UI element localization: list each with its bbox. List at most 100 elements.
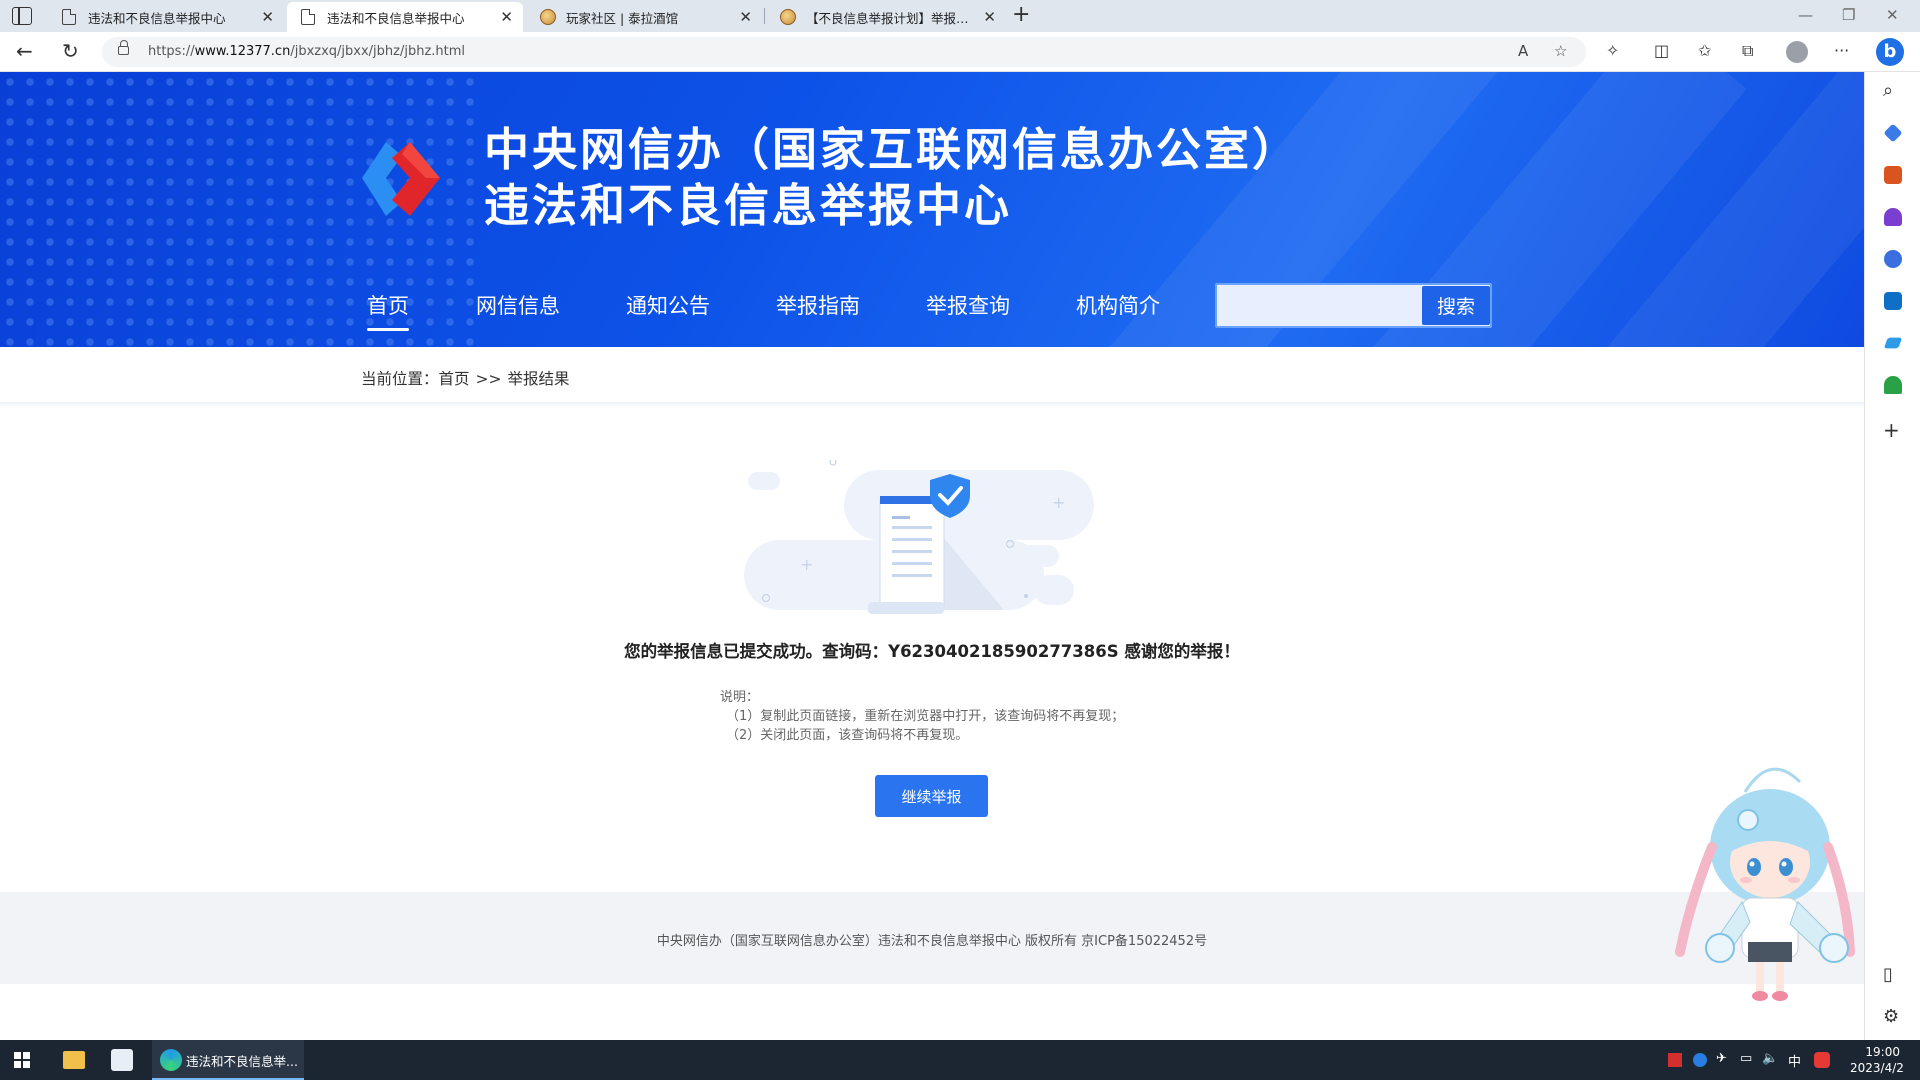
browser-tab-strip: 违法和不良信息举报中心 ✕ 违法和不良信息举报中心 ✕ 玩家社区 | 泰拉酒馆 … [0, 0, 1920, 32]
nav-home[interactable]: 首页 [367, 290, 409, 331]
tray-app-icon[interactable] [1693, 1053, 1707, 1067]
close-icon[interactable]: ✕ [261, 8, 274, 26]
network-icon[interactable]: ▭ [1740, 1051, 1752, 1066]
url-field[interactable]: https://www.12377.cn/jbxzxq/jbxx/jbhz/jb… [102, 37, 1586, 67]
browser-tab-4[interactable]: 【不良信息举报计划】举报不良 ✕ [766, 2, 1006, 32]
nav-report-query[interactable]: 举报查询 [926, 290, 1010, 320]
svg-text:+: + [1052, 493, 1065, 512]
tree-icon[interactable] [1884, 376, 1902, 394]
clock-time: 19:00 [1865, 1045, 1900, 1059]
url-prefix: https:// [148, 44, 195, 59]
windows-start-icon[interactable] [14, 1052, 30, 1068]
add-favorite-star-icon[interactable]: ☆ [1554, 42, 1567, 60]
send-plane-icon[interactable] [1883, 337, 1903, 349]
collections-icon[interactable]: ⧉ [1742, 41, 1753, 61]
site-title-line1: 中央网信办（国家互联网信息办公室） [484, 123, 1301, 176]
profile-avatar-icon[interactable] [1786, 41, 1808, 63]
new-tab-icon[interactable]: + [1012, 3, 1030, 27]
web-page: 中央网信办（国家互联网信息办公室） 违法和不良信息举报中心 首页 网信信息 通知… [0, 72, 1864, 1040]
svg-text:+: + [800, 555, 813, 574]
search-input[interactable] [1217, 285, 1420, 326]
site-logo[interactable] [352, 130, 464, 230]
site-footer: 中央网信办（国家互联网信息办公室）违法和不良信息举报中心 版权所有 京ICP备1… [0, 892, 1864, 984]
nav-notices[interactable]: 通知公告 [626, 290, 710, 320]
url-host: www.12377.cn [194, 44, 291, 59]
bing-copilot-icon[interactable]: b [1876, 38, 1904, 66]
footer-copyright: 中央网信办（国家互联网信息办公室）违法和不良信息举报中心 版权所有 京ICP备1… [656, 934, 1208, 949]
continue-report-button[interactable]: 继续举报 [875, 775, 988, 817]
outlook-icon[interactable] [1884, 292, 1902, 310]
anime-mascot-image[interactable] [1650, 752, 1880, 1012]
tab-separator [764, 8, 765, 24]
note-item: （1）复制此页面链接，重新在浏览器中打开，该查询码将不再复现； [726, 709, 1125, 724]
tray-app-icon[interactable] [1668, 1053, 1682, 1067]
notes: 说明： （1）复制此页面链接，重新在浏览器中打开，该查询码将不再复现； （2）关… [720, 688, 1124, 745]
breadcrumb-divider [0, 402, 1864, 408]
address-bar: ← ↻ https://www.12377.cn/jbxzxq/jbxx/jbh… [0, 32, 1920, 72]
system-clock[interactable]: 19:00 2023/4/2 [1850, 1044, 1904, 1076]
site-header: 中央网信办（国家互联网信息办公室） 违法和不良信息举报中心 首页 网信信息 通知… [0, 72, 1864, 347]
tools-briefcase-icon[interactable] [1884, 166, 1902, 184]
close-icon[interactable]: ✕ [500, 8, 513, 26]
extensions-puzzle-icon[interactable]: ✧ [1606, 41, 1619, 60]
nav-report-guide[interactable]: 举报指南 [776, 290, 860, 320]
lock-icon[interactable] [118, 40, 129, 55]
shopping-tag-icon[interactable] [1883, 123, 1903, 143]
windows-taskbar: 违法和不良信息举... ✈ ▭ 🔈 中 19:00 2023/4/2 [0, 1040, 1920, 1080]
community-favicon-icon [540, 9, 556, 25]
favorites-icon[interactable]: ✩ [1698, 41, 1711, 60]
close-window-icon[interactable]: ✕ [1886, 6, 1899, 24]
page-icon [62, 9, 76, 25]
site-search: 搜索 [1215, 283, 1492, 328]
breadcrumb-prefix: 当前位置： [361, 370, 439, 388]
submit-success-message: 您的举报信息已提交成功。查询码：Y623040218590277386S 感谢您… [624, 642, 1240, 661]
success-illustration: + + [744, 460, 1094, 614]
breadcrumb: 当前位置：首页 >> 举报结果 [361, 367, 570, 389]
tab-title: 玩家社区 | 泰拉酒馆 [566, 10, 679, 26]
search-button[interactable]: 搜索 [1422, 286, 1490, 325]
nav-wangxin-info[interactable]: 网信信息 [476, 290, 560, 320]
nav-about[interactable]: 机构简介 [1076, 290, 1160, 320]
ime-indicator[interactable]: 中 [1788, 1051, 1801, 1070]
read-aloud-icon[interactable]: A [1518, 42, 1528, 60]
volume-icon[interactable]: 🔈 [1762, 1051, 1778, 1066]
browser-tab-3[interactable]: 玩家社区 | 泰拉酒馆 ✕ [526, 2, 762, 32]
site-title-line2: 违法和不良信息举报中心 [484, 179, 1013, 232]
split-screen-icon[interactable]: ◫ [1654, 41, 1669, 60]
url-text[interactable]: https://www.12377.cn/jbxzxq/jbxx/jbhz/jb… [148, 44, 465, 59]
search-icon[interactable]: ⌕ [1883, 80, 1893, 101]
breadcrumb-home-link[interactable]: 首页 [439, 370, 470, 388]
more-menu-icon[interactable]: ··· [1834, 41, 1849, 60]
community-favicon-icon [780, 9, 796, 25]
minimize-icon[interactable]: — [1798, 6, 1813, 24]
url-path: /jbxzxq/jbxx/jbhz/jbhz.html [290, 44, 466, 59]
restore-icon[interactable]: ❐ [1842, 6, 1855, 24]
tab-title: 违法和不良信息举报中心 [88, 10, 226, 26]
tray-vpn-icon[interactable]: ✈ [1716, 1051, 1727, 1066]
file-explorer-icon[interactable] [63, 1051, 85, 1069]
breadcrumb-separator: >> [475, 370, 502, 388]
tab-title: 违法和不良信息举报中心 [327, 10, 465, 26]
site-title: 中央网信办（国家互联网信息办公室） 违法和不良信息举报中心 [484, 122, 1300, 234]
breadcrumb-current: 举报结果 [507, 370, 570, 388]
microsoft-365-icon[interactable] [1884, 250, 1902, 268]
edge-browser-icon [160, 1049, 182, 1071]
browser-tab-1[interactable]: 违法和不良信息举报中心 ✕ [48, 2, 284, 32]
clock-date: 2023/4/2 [1850, 1061, 1904, 1075]
store-icon[interactable] [111, 1049, 133, 1071]
back-arrow-icon[interactable]: ← [16, 40, 33, 62]
refresh-icon[interactable]: ↻ [62, 40, 79, 62]
taskbar-edge-app[interactable]: 违法和不良信息举... [152, 1040, 304, 1080]
taskbar-app-label: 违法和不良信息举... [186, 1054, 298, 1069]
close-icon[interactable]: ✕ [983, 8, 996, 26]
add-icon[interactable]: + [1883, 418, 1900, 442]
tab-title: 【不良信息举报计划】举报不良 [806, 10, 976, 26]
sogou-ime-icon[interactable] [1814, 1052, 1830, 1068]
browser-tab-2[interactable]: 违法和不良信息举报中心 ✕ [287, 2, 523, 32]
close-icon[interactable]: ✕ [739, 8, 752, 26]
settings-gear-icon[interactable]: ⚙ [1883, 1006, 1899, 1027]
tab-actions-icon[interactable] [12, 7, 32, 25]
games-icon[interactable] [1884, 208, 1902, 226]
sidebar-toggle-icon[interactable]: ▯ [1883, 964, 1893, 985]
note-item: （2）关闭此页面，该查询码将不再复现。 [726, 728, 969, 743]
